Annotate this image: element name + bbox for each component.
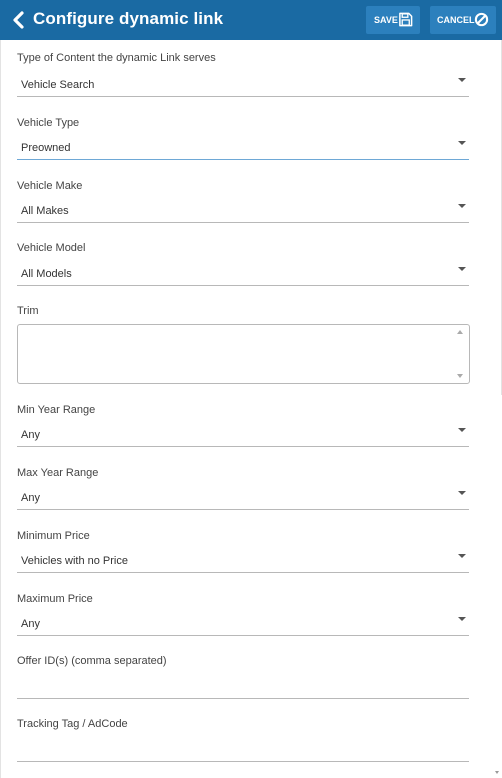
min-price-select[interactable]: Vehicles with no Price bbox=[17, 549, 469, 573]
min-year-select[interactable]: Any bbox=[17, 423, 469, 447]
scroll-down-arrow-icon[interactable] bbox=[457, 374, 463, 378]
save-button[interactable]: SAVE bbox=[366, 6, 420, 34]
max-price-select[interactable]: Any bbox=[17, 612, 469, 636]
page-title: Configure dynamic link bbox=[33, 9, 224, 28]
scroll-down-arrow-icon[interactable] bbox=[495, 771, 499, 774]
cancel-button-label: CANCEL bbox=[437, 15, 475, 25]
vehicle-type-select[interactable]: Preowned bbox=[17, 136, 469, 160]
chevron-left-icon[interactable] bbox=[12, 11, 26, 29]
max-price-value: Any bbox=[21, 618, 40, 630]
ban-icon bbox=[474, 12, 489, 27]
caret-down-icon bbox=[458, 204, 466, 208]
max-year-label: Max Year Range bbox=[17, 467, 99, 479]
max-price-label: Maximum Price bbox=[17, 593, 93, 605]
max-year-select[interactable]: Any bbox=[17, 486, 469, 510]
tracking-tag-input[interactable] bbox=[17, 738, 469, 762]
content-type-value: Vehicle Search bbox=[21, 79, 95, 91]
caret-down-icon bbox=[458, 267, 466, 271]
offer-ids-input[interactable] bbox=[17, 675, 469, 699]
floppy-disk-icon bbox=[399, 12, 413, 27]
vehicle-make-select[interactable]: All Makes bbox=[17, 199, 469, 223]
trim-label: Trim bbox=[17, 305, 39, 317]
vehicle-make-label: Vehicle Make bbox=[17, 180, 83, 192]
content-type-select[interactable]: Vehicle Search bbox=[17, 73, 469, 97]
caret-down-icon bbox=[458, 78, 466, 82]
caret-down-icon bbox=[458, 491, 466, 495]
vehicle-model-label: Vehicle Model bbox=[17, 242, 86, 254]
cancel-button[interactable]: CANCEL bbox=[430, 6, 496, 34]
vehicle-model-value: All Models bbox=[21, 268, 72, 280]
vehicle-type-value: Preowned bbox=[21, 142, 71, 154]
min-price-value: Vehicles with no Price bbox=[21, 555, 128, 567]
caret-down-icon bbox=[458, 428, 466, 432]
min-price-label: Minimum Price bbox=[17, 530, 90, 542]
caret-down-icon bbox=[458, 554, 466, 558]
caret-down-icon bbox=[458, 617, 466, 621]
trim-textarea[interactable] bbox=[17, 324, 470, 384]
dialog-header: Configure dynamic link SAVE CANCEL bbox=[0, 0, 502, 40]
vehicle-model-select[interactable]: All Models bbox=[17, 262, 469, 286]
offer-ids-label: Offer ID(s) (comma separated) bbox=[17, 655, 167, 667]
tracking-tag-label: Tracking Tag / AdCode bbox=[17, 718, 128, 730]
max-year-value: Any bbox=[21, 492, 40, 504]
vehicle-make-value: All Makes bbox=[21, 205, 69, 217]
textarea-scrollbar[interactable] bbox=[455, 327, 466, 381]
min-year-label: Min Year Range bbox=[17, 404, 96, 416]
vehicle-type-label: Vehicle Type bbox=[17, 117, 80, 129]
min-year-value: Any bbox=[21, 429, 40, 441]
scroll-up-arrow-icon[interactable] bbox=[457, 330, 463, 334]
caret-down-icon bbox=[458, 141, 466, 145]
content-type-label: Type of Content the dynamic Link serves bbox=[17, 52, 216, 64]
page-scrollbar[interactable] bbox=[495, 40, 502, 778]
save-button-label: SAVE bbox=[374, 15, 398, 25]
